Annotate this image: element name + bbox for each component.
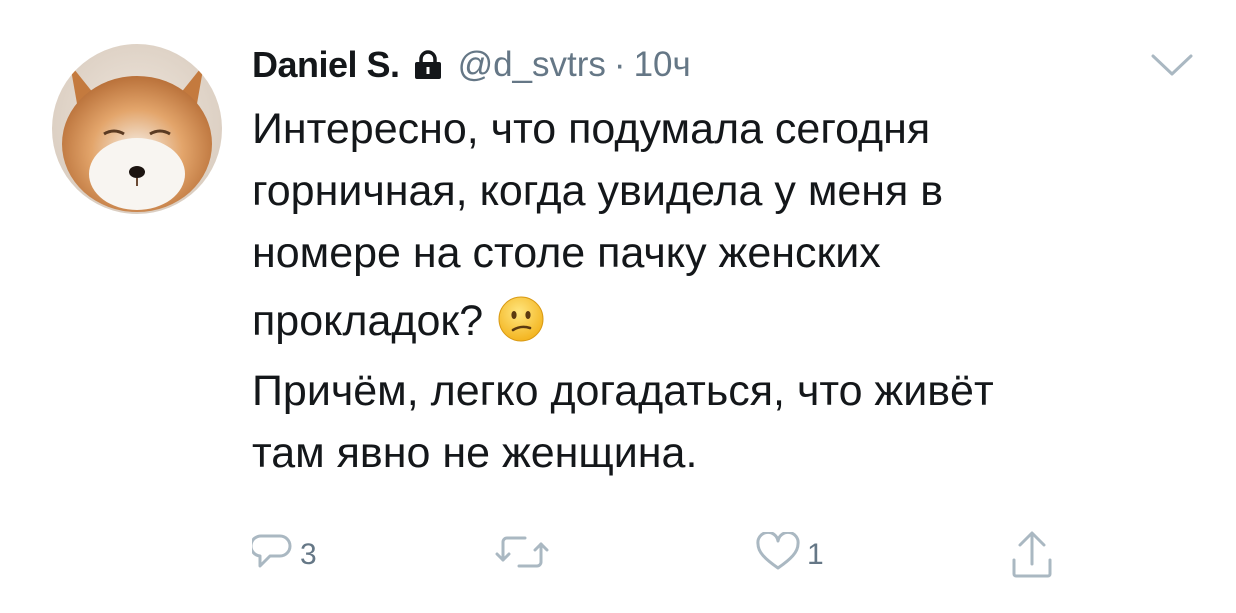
tweet-line: горничная, когда увидела у меня в [252,167,944,215]
tweet-header: Daniel S. @d_svtrs · 10ч [252,40,691,90]
like-count: 1 [807,537,824,571]
tweet-timestamp[interactable]: 10ч [634,45,691,85]
avatar[interactable] [52,44,222,214]
lock-icon [414,50,442,80]
author-name[interactable]: Daniel S. [252,44,400,86]
reply-button[interactable]: 3 [249,532,317,577]
confused-face-emoji-icon [497,295,545,360]
tweet-line: прокладок? [252,297,484,345]
tweet-text: Интересно, что подумала сегодня горнична… [252,98,1202,484]
like-button[interactable]: 1 [755,530,824,577]
reply-icon [249,532,294,577]
heart-icon [755,530,801,577]
tweet-line: Причём, легко догадаться, что живёт [252,367,994,415]
tweet-line: Интересно, что подумала сегодня [252,105,931,153]
tweet-line: там явно не женщина. [252,429,698,477]
retweet-button[interactable] [495,532,555,577]
share-button[interactable] [1010,530,1054,585]
share-icon [1010,530,1054,585]
author-handle[interactable]: @d_svtrs [458,45,606,85]
tweet-line: номере на столе пачку женских [252,229,881,277]
retweet-icon [495,532,549,577]
fox-avatar-image [52,44,222,214]
tweet-line-with-emoji: прокладок? [252,290,1202,360]
chevron-down-icon[interactable] [1150,52,1194,83]
reply-count: 3 [300,537,317,571]
separator-dot: · [613,45,626,84]
